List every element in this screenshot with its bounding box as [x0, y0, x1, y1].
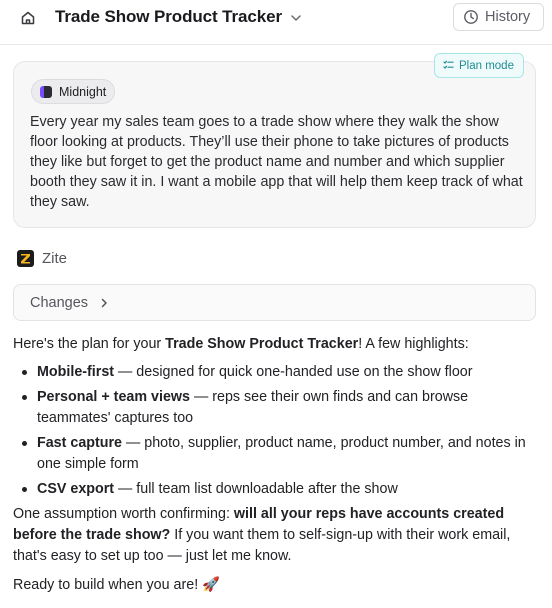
- highlights-list: Mobile-first — designed for quick one-ha…: [13, 362, 541, 500]
- assistant-header: Zite: [17, 250, 67, 267]
- list-item-title: Personal + team views: [37, 389, 190, 405]
- intro-text: Here's the plan for your: [13, 336, 166, 352]
- intro-app-name: Trade Show Product Tracker: [165, 336, 359, 352]
- theme-label: Midnight: [59, 84, 107, 99]
- clock-icon: [463, 9, 479, 25]
- assistant-message: Here's the plan for your Trade Show Prod…: [13, 334, 541, 596]
- chevron-right-icon: [98, 297, 110, 309]
- list-item-title: CSV export: [37, 481, 115, 497]
- changes-button[interactable]: Changes: [13, 284, 536, 321]
- list-item: CSV export — full team list downloadable…: [13, 479, 541, 500]
- zite-logo-icon: [17, 250, 34, 267]
- list-item-title: Mobile-first: [37, 364, 115, 380]
- user-message-text: Every year my sales team goes to a trade…: [30, 114, 523, 210]
- ready-paragraph: Ready to build when you are! 🚀: [13, 577, 220, 593]
- list-item: Personal + team views — reps see their o…: [13, 387, 541, 429]
- history-label: History: [485, 9, 531, 25]
- plan-mode-label: Plan mode: [459, 59, 514, 72]
- changes-label: Changes: [30, 294, 89, 311]
- page-title[interactable]: Trade Show Product Tracker: [55, 7, 282, 27]
- list-item-text: — full team list downloadable after the …: [114, 481, 398, 497]
- list-item: Mobile-first — designed for quick one-ha…: [13, 362, 541, 383]
- assistant-name: Zite: [42, 250, 68, 267]
- assumption-text: One assumption worth confirming:: [13, 506, 234, 522]
- checklist-icon: [443, 60, 454, 71]
- user-message: Plan mode Midnight Every year my sales t…: [13, 53, 536, 228]
- assumption-paragraph: One assumption worth confirming: will al…: [13, 504, 541, 567]
- list-item: Fast capture — photo, supplier, product …: [13, 433, 541, 475]
- home-icon[interactable]: [18, 8, 38, 28]
- top-bar: Trade Show Product Tracker History: [0, 0, 552, 45]
- history-button[interactable]: History: [453, 3, 544, 31]
- list-item-text: — designed for quick one-handed use on t…: [114, 364, 473, 380]
- plan-mode-badge: Plan mode: [434, 53, 524, 78]
- theme-chip[interactable]: Midnight: [31, 79, 116, 104]
- list-item-title: Fast capture: [37, 435, 123, 451]
- theme-swatch-icon: [40, 85, 52, 98]
- intro-text-end: ! A few highlights:: [358, 336, 469, 352]
- intro-paragraph: Here's the plan for your Trade Show Prod…: [13, 334, 541, 355]
- chevron-down-icon[interactable]: [288, 10, 304, 26]
